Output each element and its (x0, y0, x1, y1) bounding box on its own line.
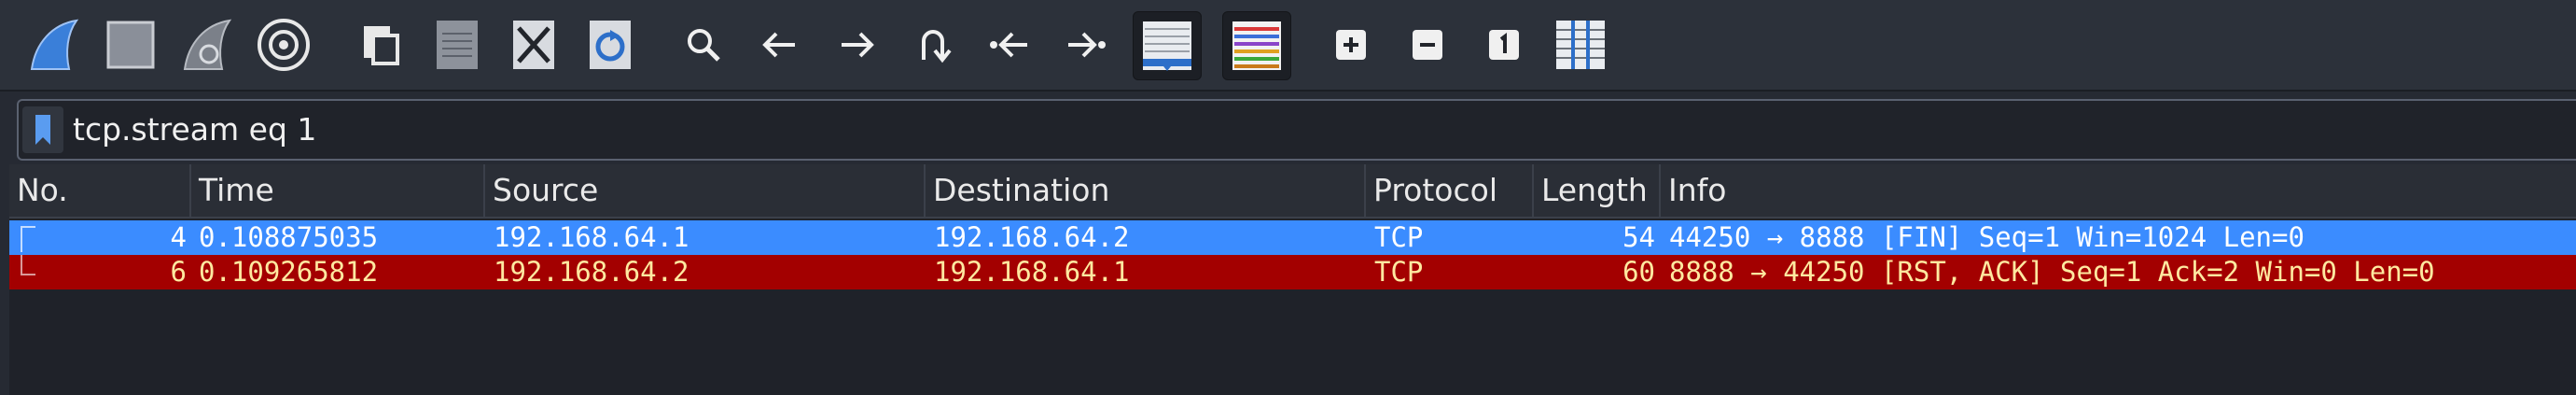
reload-file-icon[interactable] (577, 11, 644, 78)
autoscroll-icon[interactable] (1133, 11, 1202, 80)
packet-time: 0.109265812 (199, 256, 379, 288)
packet-source: 192.168.64.1 (494, 221, 689, 253)
find-packet-icon[interactable] (670, 11, 737, 78)
normal-size-icon[interactable] (1470, 11, 1538, 78)
zoom-out-icon[interactable] (1394, 11, 1461, 78)
start-capture-icon[interactable] (21, 11, 88, 78)
restart-capture-icon[interactable] (174, 11, 241, 78)
packet-row[interactable]: 6 0.109265812 192.168.64.2 192.168.64.1 … (9, 255, 2576, 289)
packet-time: 0.108875035 (199, 221, 379, 253)
packet-destination: 192.168.64.2 (934, 221, 1130, 253)
filter-bookmark-button[interactable] (22, 106, 63, 153)
packet-protocol: TCP (1374, 256, 1424, 288)
packet-protocol: TCP (1374, 221, 1424, 253)
packet-no: 4 (170, 221, 187, 253)
open-file-icon[interactable] (347, 11, 414, 78)
resize-columns-icon[interactable] (1547, 11, 1614, 78)
packet-source: 192.168.64.2 (494, 256, 689, 288)
packet-no: 6 (170, 256, 187, 288)
stop-capture-icon[interactable] (97, 11, 164, 78)
main-toolbar (0, 0, 2576, 92)
save-file-icon[interactable] (424, 11, 491, 78)
packet-info: 44250 → 8888 [FIN] Seq=1 Win=1024 Len=0 (1669, 221, 2304, 253)
column-header-time[interactable]: Time (191, 164, 485, 217)
packet-length: 60 (1622, 256, 1655, 288)
column-header-length[interactable]: Length (1534, 164, 1661, 217)
capture-options-icon[interactable] (250, 11, 317, 78)
last-packet-icon[interactable] (1052, 11, 1120, 78)
column-header-protocol[interactable]: Protocol (1366, 164, 1534, 217)
packet-row-selected[interactable]: 4 0.108875035 192.168.64.1 192.168.64.2 … (9, 220, 2576, 255)
packet-length: 54 (1622, 221, 1655, 253)
colorize-icon[interactable] (1222, 11, 1291, 80)
go-back-icon[interactable] (746, 11, 814, 78)
packet-list-header: No. Time Source Destination Protocol Len… (9, 164, 2576, 219)
display-filter-input[interactable]: tcp.stream eq 1 (73, 110, 316, 149)
go-to-packet-icon[interactable] (899, 11, 967, 78)
column-header-destination[interactable]: Destination (926, 164, 1366, 217)
packet-info: 8888 → 44250 [RST, ACK] Seq=1 Ack=2 Win=… (1669, 256, 2435, 288)
column-header-info[interactable]: Info (1661, 164, 2576, 217)
close-file-icon[interactable] (500, 11, 567, 78)
column-header-source[interactable]: Source (485, 164, 926, 217)
packet-list[interactable]: No. Time Source Destination Protocol Len… (9, 164, 2576, 395)
packet-destination: 192.168.64.1 (934, 256, 1130, 288)
zoom-in-icon[interactable] (1317, 11, 1385, 78)
column-header-no[interactable]: No. (9, 164, 191, 217)
first-packet-icon[interactable] (976, 11, 1043, 78)
display-filter-bar[interactable]: tcp.stream eq 1 (17, 99, 2576, 161)
go-forward-icon[interactable] (823, 11, 890, 78)
bookmark-icon (35, 115, 50, 145)
